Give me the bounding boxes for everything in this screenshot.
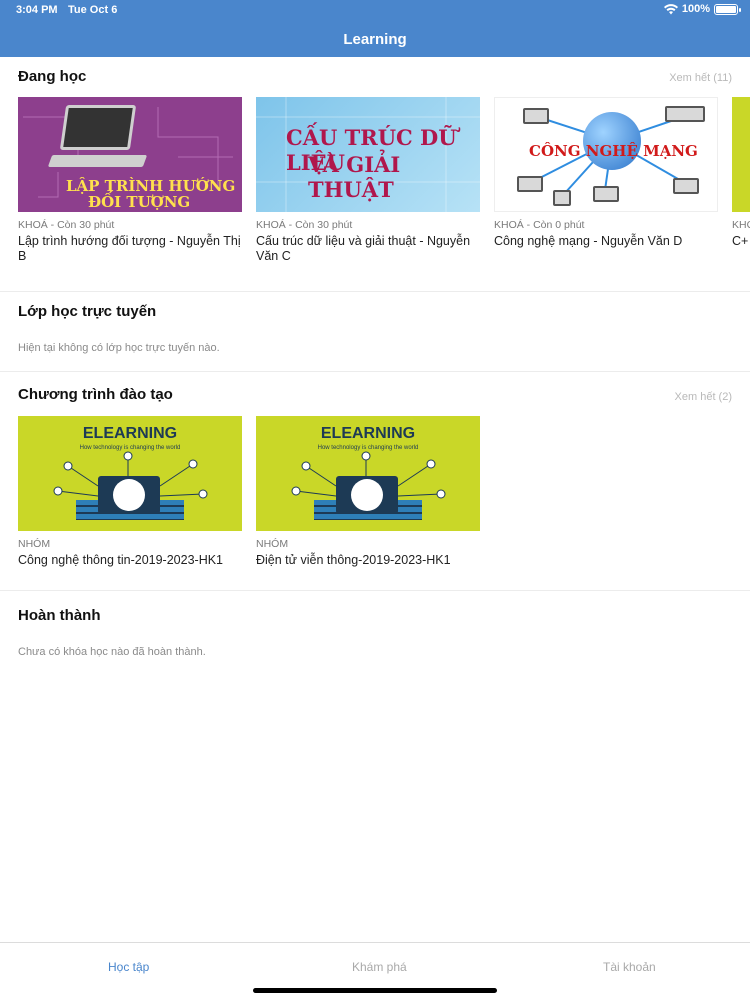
course-card-partial[interactable]: KHO C+ — [732, 97, 750, 249]
status-time: 3:04 PM — [16, 4, 58, 16]
program-thumbnail: ELEARNING How technology is changing the… — [256, 416, 480, 531]
status-right: 100% — [663, 3, 741, 15]
course-thumbnail: LẬP TRÌNH HƯỚNG ĐỐI TƯỢNG — [18, 97, 242, 212]
section-title-online-classes: Lớp học trực tuyến — [18, 303, 157, 320]
section-divider — [0, 590, 750, 591]
laptop-base-icon — [47, 155, 148, 167]
program-thumbnail: ELEARNING How technology is changing the… — [18, 416, 242, 531]
thumbnail-title-line1: CÔNG NGHỆ MẠNG — [529, 142, 698, 160]
program-meta: NHÓM — [256, 538, 289, 550]
globe-icon — [583, 112, 641, 170]
course-thumbnail: CẤU TRÚC DỮ LIỆU VÀ GIẢI THUẬT — [256, 97, 480, 212]
course-meta: KHO — [732, 219, 750, 231]
tab-kham-pha[interactable]: Khám phá — [352, 960, 407, 974]
course-thumbnail: CÔNG NGHỆ MẠNG — [494, 97, 718, 212]
laptop-icon — [593, 186, 619, 202]
course-card[interactable]: CÔNG NGHỆ MẠNG KHOÁ - Còn 0 phút Công ng… — [494, 97, 718, 249]
section-title-completed: Hoàn thành — [18, 607, 101, 624]
course-card[interactable]: CẤU TRÚC DỮ LIỆU VÀ GIẢI THUẬT KHOÁ - Cò… — [256, 97, 480, 264]
phone-icon — [517, 176, 543, 192]
thumbnail-title-line2: ĐỐI TƯỢNG — [88, 193, 191, 211]
home-indicator[interactable] — [253, 988, 497, 993]
tab-tai-khoan[interactable]: Tài khoản — [603, 960, 656, 974]
course-title: Công nghệ mạng - Nguyễn Văn D — [494, 234, 683, 248]
battery-percent: 100% — [681, 3, 710, 15]
tab-hoc-tap[interactable]: Học tập — [108, 960, 149, 974]
thumbnail-title-line2: VÀ GIẢI THUẬT — [308, 152, 401, 202]
status-date: Tue Oct 6 — [68, 4, 118, 16]
course-title: C+ — [732, 234, 749, 248]
course-card[interactable]: LẬP TRÌNH HƯỚNG ĐỐI TƯỢNG KHOÁ - Còn 30 … — [18, 97, 242, 264]
course-meta: KHOÁ - Còn 30 phút — [18, 219, 115, 231]
section-title-programs: Chương trình đào tạo — [18, 386, 173, 403]
section-divider — [0, 291, 750, 292]
tablet-icon — [673, 178, 699, 194]
program-card[interactable]: ELEARNING How technology is changing the… — [256, 416, 480, 568]
course-meta: KHOÁ - Còn 0 phút — [494, 219, 585, 231]
wifi-icon — [663, 3, 678, 14]
program-meta: NHÓM — [18, 538, 51, 550]
mobile-icon — [553, 190, 571, 206]
online-classes-empty-text: Hiện tại không có lớp học trực tuyến nào… — [18, 342, 220, 354]
status-bar: 3:04 PM Tue Oct 6 100% — [0, 0, 750, 20]
program-title: Công nghệ thông tin-2019-2023-HK1 — [18, 553, 224, 567]
app-header: 3:04 PM Tue Oct 6 100% Learning — [0, 0, 750, 57]
course-thumbnail — [732, 97, 750, 212]
laptop-icon — [59, 105, 137, 150]
world-icon — [113, 479, 145, 511]
page-title: Learning — [343, 31, 407, 48]
battery-icon — [714, 3, 741, 15]
world-icon — [351, 479, 383, 511]
course-meta: KHOÁ - Còn 30 phút — [256, 219, 353, 231]
course-title: Cấu trúc dữ liệu và giải thuật - Nguyễn … — [256, 234, 471, 263]
see-all-learning-link[interactable]: Xem hết (11) — [669, 72, 732, 84]
program-card[interactable]: ELEARNING How technology is changing the… — [18, 416, 242, 568]
section-divider — [0, 371, 750, 372]
server-icon — [665, 106, 705, 122]
see-all-programs-link[interactable]: Xem hết (2) — [675, 391, 732, 403]
program-title: Điện tử viễn thông-2019-2023-HK1 — [256, 553, 451, 567]
completed-empty-text: Chưa có khóa học nào đã hoàn thành. — [18, 646, 206, 658]
course-title: Lập trình hướng đối tượng - Nguyễn Thị B — [18, 234, 241, 263]
section-title-learning: Đang học — [18, 68, 87, 85]
computer-icon — [523, 108, 549, 124]
